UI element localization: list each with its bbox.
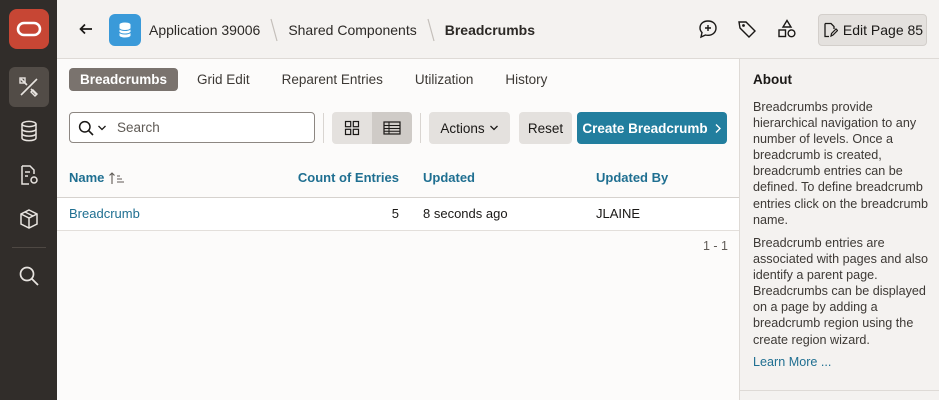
package-icon (20, 209, 38, 229)
row-updated-by: JLAINE (596, 206, 641, 221)
sort-ascending-icon (109, 171, 125, 184)
help-panel-title: About (753, 72, 792, 87)
app-builder-icon (19, 77, 38, 97)
main-content: Breadcrumbs Grid Edit Reparent Entries U… (57, 59, 739, 400)
breadcrumb-application[interactable]: Application 39006 (149, 22, 260, 38)
column-header-name-label: Name (69, 170, 105, 185)
tab-reparent-entries[interactable]: Reparent Entries (271, 68, 394, 91)
report-grid: Name Count of Entries Updated Updated By… (57, 157, 739, 253)
actions-label: Actions (440, 120, 485, 136)
report-toolbar: Actions Reset Create Breadcrumb (69, 112, 729, 144)
database-icon (21, 120, 37, 142)
nav-search[interactable] (9, 256, 49, 296)
table-view-icon (383, 121, 401, 135)
edit-page-icon (824, 22, 838, 38)
breadcrumb-shared-components[interactable]: Shared Components (288, 22, 416, 38)
oracle-logo-icon (16, 21, 42, 37)
edit-page-label: Edit Page 85 (842, 22, 924, 38)
tag-icon (738, 21, 756, 38)
oracle-logo[interactable] (9, 9, 49, 49)
shapes-icon (778, 19, 796, 38)
nav-sql-workshop[interactable] (9, 111, 49, 151)
column-header-name[interactable]: Name (69, 157, 126, 198)
help-paragraph-1: Breadcrumbs provide hierarchical navigat… (753, 100, 928, 227)
chevron-right-icon (715, 123, 721, 133)
row-updated: 8 seconds ago (423, 206, 508, 221)
arrow-left-icon (79, 23, 92, 35)
left-nav (0, 0, 57, 400)
tab-utilization[interactable]: Utilization (404, 68, 485, 91)
help-panel: About Breadcrumbs provide hierarchical n… (739, 59, 939, 400)
toolbar-divider (420, 113, 421, 143)
icon-view-button[interactable] (332, 112, 372, 144)
chevron-down-icon (489, 125, 498, 131)
help-paragraph-2: Breadcrumb entries are associated with p… (753, 236, 929, 347)
nav-gallery[interactable] (9, 199, 49, 239)
table-row: Breadcrumb 5 8 seconds ago JLAINE (57, 198, 739, 231)
column-header-updated[interactable]: Updated (423, 157, 475, 198)
create-breadcrumb-button[interactable]: Create Breadcrumb (577, 112, 727, 144)
row-count: 5 (391, 206, 399, 221)
breadcrumb-separator-icon (270, 18, 278, 41)
help-panel-divider (740, 390, 939, 391)
actions-menu-button[interactable]: Actions (429, 112, 510, 144)
tab-history[interactable]: History (494, 68, 558, 91)
shared-components-button[interactable] (776, 18, 798, 40)
breadcrumb-separator-icon (427, 18, 435, 41)
page-header: Application 39006 Shared Components Brea… (57, 0, 939, 59)
tab-grid-edit[interactable]: Grid Edit (186, 68, 261, 91)
nav-divider (12, 247, 46, 248)
pagination-info: 1 - 1 (702, 239, 728, 253)
chat-plus-icon (699, 20, 717, 39)
grid-view-icon (344, 120, 360, 136)
breadcrumb: Application 39006 Shared Components Brea… (149, 0, 535, 59)
learn-more-link[interactable]: Learn More ... (753, 355, 831, 369)
edit-page-button[interactable]: Edit Page 85 (818, 14, 927, 46)
reset-button[interactable]: Reset (519, 112, 572, 144)
search-icon[interactable] (78, 120, 94, 136)
document-gear-icon (21, 165, 38, 185)
nav-team-development[interactable] (9, 155, 49, 195)
database-icon (119, 22, 131, 38)
nav-app-builder[interactable] (9, 67, 49, 107)
back-button[interactable] (73, 16, 99, 42)
chevron-down-icon[interactable] (97, 123, 107, 133)
developer-tools-button[interactable] (736, 18, 758, 40)
column-header-count[interactable]: Count of Entries (298, 157, 399, 198)
feedback-button[interactable] (697, 18, 719, 40)
tab-bar: Breadcrumbs Grid Edit Reparent Entries U… (69, 68, 568, 91)
tab-breadcrumbs[interactable]: Breadcrumbs (69, 68, 179, 91)
search-box[interactable] (69, 112, 315, 143)
application-icon[interactable] (109, 14, 141, 46)
toolbar-divider (323, 113, 324, 143)
report-view-button[interactable] (372, 112, 412, 144)
search-icon (19, 266, 39, 286)
column-header-updated-by[interactable]: Updated By (596, 157, 668, 198)
row-name-link[interactable]: Breadcrumb (69, 198, 140, 230)
breadcrumb-current: Breadcrumbs (444, 21, 535, 38)
search-input[interactable] (117, 120, 307, 135)
create-breadcrumb-label: Create Breadcrumb (582, 120, 708, 136)
grid-header-row: Name Count of Entries Updated Updated By (57, 157, 739, 198)
